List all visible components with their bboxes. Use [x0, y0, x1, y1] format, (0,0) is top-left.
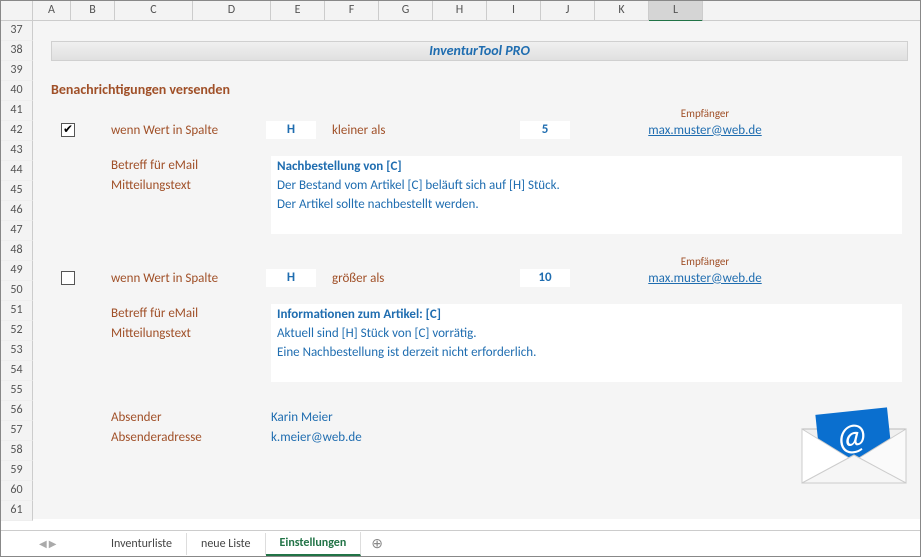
col-header-L[interactable]: L [649, 1, 703, 22]
rule2-when-label: wenn Wert in Spalte [111, 271, 266, 286]
col-header-C[interactable]: C [115, 1, 193, 22]
col-header-E[interactable]: E [271, 1, 325, 22]
rule1-recipient-link[interactable]: max.muster@web.de [615, 123, 795, 138]
rule1-subject: Nachbestellung von [C] [277, 157, 896, 176]
row-header[interactable]: 45 [1, 181, 33, 201]
col-header-J[interactable]: J [541, 1, 595, 22]
sheet-tab-bar: ◀ ▶ Inventurliste neue Liste Einstellung… [1, 530, 920, 556]
rule1-message-content[interactable]: Nachbestellung von [C] Der Bestand vom A… [271, 156, 902, 234]
rule2-message-block: Betreff für eMail Mitteilungstext Inform… [111, 304, 920, 382]
rule1-when-label: wenn Wert in Spalte [111, 123, 266, 138]
tab-next-icon[interactable]: ▶ [49, 537, 57, 550]
rule2-subject-label: Betreff für eMail [111, 304, 271, 324]
rule1-message-block: Betreff für eMail Mitteilungstext Nachbe… [111, 156, 920, 234]
row-header[interactable]: 51 [1, 301, 33, 321]
row-header[interactable]: 41 [1, 101, 33, 121]
row-header[interactable]: 61 [1, 501, 33, 521]
rule2-body-line1: Aktuell sind [H] Stück von [C] vorrätig. [277, 324, 896, 343]
sender-name-label: Absender [111, 408, 271, 428]
row-header[interactable]: 40 [1, 81, 33, 101]
column-header-row: A B C D E F G H I J K L [1, 1, 920, 21]
col-header-H[interactable]: H [433, 1, 487, 22]
recipient-label-2: Empfänger [615, 255, 795, 268]
row-header[interactable]: 50 [1, 281, 33, 301]
email-envelope-icon: @ [794, 401, 914, 491]
rule1-checkbox[interactable]: ✔ [61, 123, 75, 137]
rule1-value-input[interactable]: 5 [520, 121, 570, 139]
row-header[interactable]: 48 [1, 241, 33, 261]
row-header[interactable]: 47 [1, 221, 33, 241]
col-header-G[interactable]: G [379, 1, 433, 22]
row-header[interactable]: 43 [1, 141, 33, 161]
rule2-body-line2: Eine Nachbestellung ist derzeit nicht er… [277, 343, 896, 362]
rule2-message-content[interactable]: Informationen zum Artikel: [C] Aktuell s… [271, 304, 902, 382]
rule1-comparator: kleiner als [326, 123, 412, 138]
sender-addr-label: Absenderadresse [111, 428, 271, 448]
rule1-row: ✔ wenn Wert in Spalte H kleiner als 5 ma… [61, 120, 920, 140]
row-header[interactable]: 54 [1, 361, 33, 381]
add-sheet-button[interactable]: ⊕ [361, 533, 393, 554]
row-header[interactable]: 58 [1, 441, 33, 461]
rule1-subject-label: Betreff für eMail [111, 156, 271, 176]
rule2-value-input[interactable]: 10 [520, 269, 570, 287]
row-header[interactable]: 56 [1, 401, 33, 421]
rule2-column-input[interactable]: H [266, 269, 316, 287]
section-heading-notifications: Benachrichtigungen versenden [51, 81, 920, 98]
row-header[interactable]: 37 [1, 21, 33, 41]
app-title: InventurTool PRO [51, 41, 908, 61]
rule1-column-input[interactable]: H [266, 121, 316, 139]
row-header[interactable]: 49 [1, 261, 33, 281]
col-header-K[interactable]: K [595, 1, 649, 22]
rule2-recipient-link[interactable]: max.muster@web.de [615, 271, 795, 286]
recipient-label-1: Empfänger [615, 107, 795, 120]
rule2-checkbox[interactable] [61, 271, 75, 285]
tab-nav-controls[interactable]: ◀ ▶ [33, 532, 97, 556]
rule1-body-label: Mitteilungstext [111, 176, 271, 196]
row-header[interactable]: 44 [1, 161, 33, 181]
row-header[interactable]: 38 [1, 41, 33, 61]
rule2-subject: Informationen zum Artikel: [C] [277, 305, 896, 324]
row-header[interactable]: 60 [1, 481, 33, 501]
col-header-A[interactable]: A [33, 1, 71, 22]
col-header-D[interactable]: D [193, 1, 271, 22]
row-header-strip: 37 38 39 40 41 42 43 44 45 46 47 48 49 5… [1, 21, 33, 521]
row-header[interactable]: 53 [1, 341, 33, 361]
rule2-comparator: größer als [326, 271, 412, 286]
rule1-body-line2: Der Artikel sollte nachbestellt werden. [277, 195, 896, 214]
row-header[interactable]: 39 [1, 61, 33, 81]
rule1-body-line1: Der Bestand vom Artikel [C] beläuft sich… [277, 176, 896, 195]
tab-neue-liste[interactable]: neue Liste [187, 533, 265, 555]
row-header[interactable]: 59 [1, 461, 33, 481]
select-all-corner[interactable] [1, 1, 33, 22]
tab-prev-icon[interactable]: ◀ [39, 537, 47, 550]
rule2-row: wenn Wert in Spalte H größer als 10 max.… [61, 268, 920, 288]
row-header[interactable]: 57 [1, 421, 33, 441]
col-header-B[interactable]: B [71, 1, 115, 22]
row-header[interactable]: 46 [1, 201, 33, 221]
col-header-F[interactable]: F [325, 1, 379, 22]
rule2-body-label: Mitteilungstext [111, 324, 271, 344]
row-header[interactable]: 52 [1, 321, 33, 341]
tab-inventurliste[interactable]: Inventurliste [97, 533, 187, 555]
row-header[interactable]: 55 [1, 381, 33, 401]
col-header-I[interactable]: I [487, 1, 541, 22]
row-header[interactable]: 42 [1, 121, 33, 141]
worksheet-content[interactable]: InventurTool PRO Benachrichtigungen vers… [33, 21, 920, 519]
tab-einstellungen[interactable]: Einstellungen [266, 532, 362, 556]
